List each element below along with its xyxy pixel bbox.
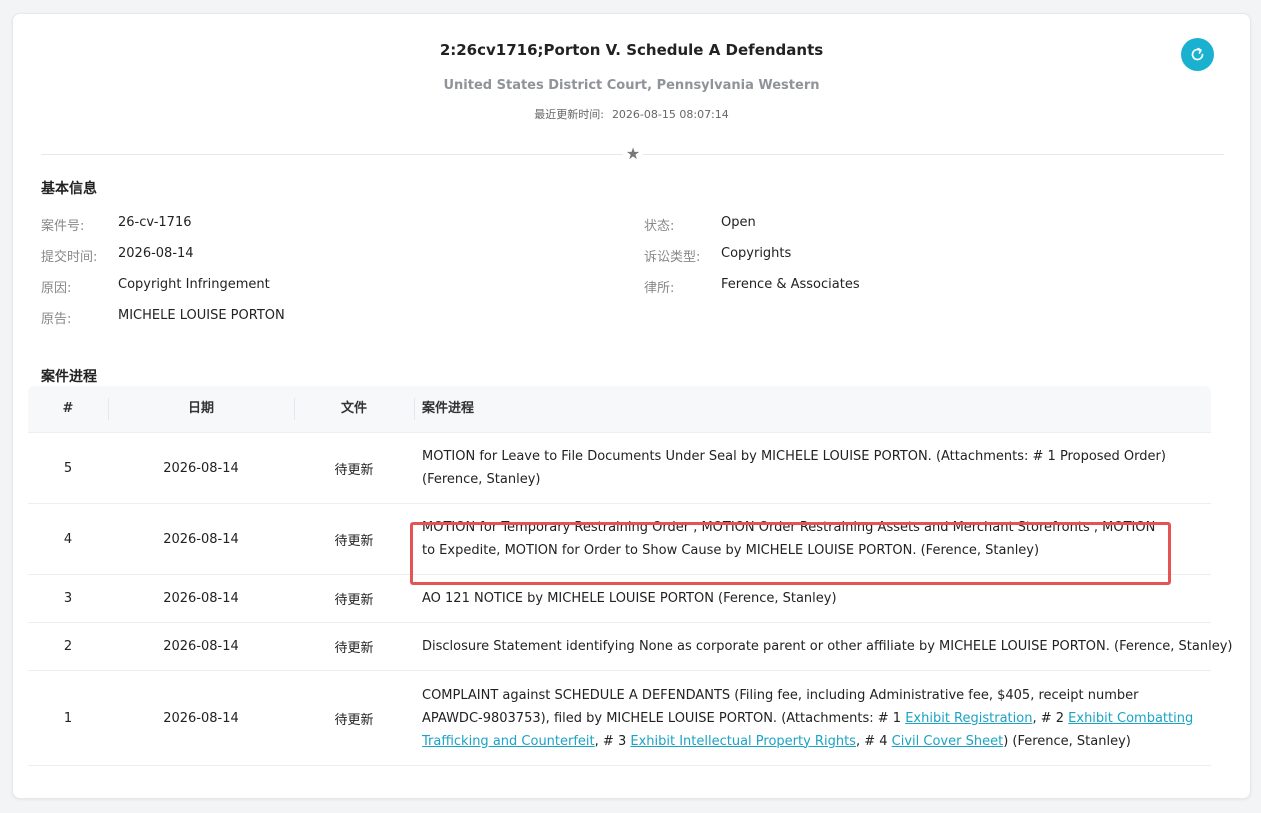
info-value-law-firm: Ference & Associates — [721, 277, 860, 292]
case-progress-table: # 日期 文件 案件进程 5 2026-08-14 待更新 MOTION for… — [28, 386, 1233, 766]
info-label-case-number: 案件号: — [41, 219, 85, 234]
info-label-law-firm: 律所: — [644, 281, 675, 296]
info-value-case-type: Copyrights — [721, 246, 792, 261]
info-value-status: Open — [721, 215, 756, 230]
column-header-progress: 案件进程 — [422, 401, 475, 416]
last-updated-value: 2026-08-15 08:07:14 — [611, 108, 729, 121]
table-row: 1 2026-08-14 待更新 COMPLAINT against SCHED… — [28, 671, 1211, 766]
row-description: MOTION for Temporary Restraining Order ,… — [422, 520, 1156, 558]
row-file: 待更新 — [334, 641, 374, 656]
basic-info-title: 基本信息 — [41, 181, 97, 197]
table-row: 3 2026-08-14 待更新 AO 121 NOTICE by MICHEL… — [28, 575, 1211, 623]
last-updated-label: 最近更新时间: — [534, 108, 604, 121]
column-header-number: # — [62, 401, 74, 416]
row-date: 2026-08-14 — [163, 591, 239, 606]
court-name: United States District Court, Pennsylvan… — [443, 78, 820, 93]
attachment-link-exhibit-registration[interactable]: Exhibit Registration — [905, 711, 1032, 726]
table-row: 4 2026-08-14 待更新 MOTION for Temporary Re… — [28, 504, 1211, 575]
row-date: 2026-08-14 — [163, 460, 239, 476]
info-value-case-number: 26-cv-1716 — [118, 215, 192, 230]
info-value-plaintiff: MICHELE LOUISE PORTON — [118, 308, 285, 323]
info-label-case-type: 诉讼类型: — [644, 250, 701, 265]
row-number: 1 — [63, 710, 73, 726]
row-file: 待更新 — [334, 462, 374, 478]
info-label-cause: 原因: — [41, 281, 72, 296]
star-icon[interactable]: ★ — [623, 144, 643, 164]
row-file: 待更新 — [334, 593, 374, 608]
row-description: Disclosure Statement identifying None as… — [422, 639, 1233, 654]
table-row: 2 2026-08-14 待更新 Disclosure Statement id… — [28, 623, 1233, 671]
row-number: 5 — [63, 460, 73, 476]
attachment-link-exhibit-ip-rights[interactable]: Exhibit Intellectual Property Rights — [630, 734, 856, 749]
complaint-text: ) (Ference, Stanley) — [1003, 733, 1131, 749]
case-progress-title: 案件进程 — [41, 369, 97, 385]
row-number: 4 — [63, 531, 73, 547]
row-file: 待更新 — [334, 533, 374, 549]
table-header: # 日期 文件 案件进程 — [28, 386, 1211, 433]
last-updated: 最近更新时间: 2026-08-15 08:07:14 — [13, 106, 1250, 122]
row-number: 3 — [63, 591, 73, 606]
column-separator — [414, 398, 415, 420]
case-title: 2:26cv1716;Porton V. Schedule A Defendan… — [439, 41, 824, 59]
row-number: 2 — [63, 639, 73, 654]
complaint-text: , # 2 — [1032, 710, 1069, 726]
refresh-icon — [1191, 47, 1204, 61]
info-value-cause: Copyright Infringement — [118, 277, 270, 292]
row-description: AO 121 NOTICE by MICHELE LOUISE PORTON (… — [422, 591, 837, 606]
table-row: 5 2026-08-14 待更新 MOTION for Leave to Fil… — [28, 433, 1211, 504]
column-header-date: 日期 — [187, 401, 214, 416]
info-label-filed-date: 提交时间: — [41, 250, 98, 265]
row-description: MOTION for Leave to File Documents Under… — [422, 449, 1166, 487]
row-date: 2026-08-14 — [163, 639, 239, 654]
row-date: 2026-08-14 — [163, 531, 239, 547]
row-file: 待更新 — [334, 712, 374, 728]
complaint-text: , # 4 — [855, 733, 892, 749]
info-label-status: 状态: — [644, 219, 675, 234]
row-date: 2026-08-14 — [163, 710, 239, 726]
complaint-text: , # 3 — [594, 733, 631, 749]
refresh-button[interactable] — [1181, 38, 1214, 71]
info-label-plaintiff: 原告: — [41, 312, 72, 327]
attachment-link-civil-cover-sheet[interactable]: Civil Cover Sheet — [892, 734, 1004, 749]
row-description: COMPLAINT against SCHEDULE A DEFENDANTS … — [422, 671, 1197, 765]
info-value-filed-date: 2026-08-14 — [118, 246, 194, 261]
column-header-file: 文件 — [340, 401, 367, 416]
